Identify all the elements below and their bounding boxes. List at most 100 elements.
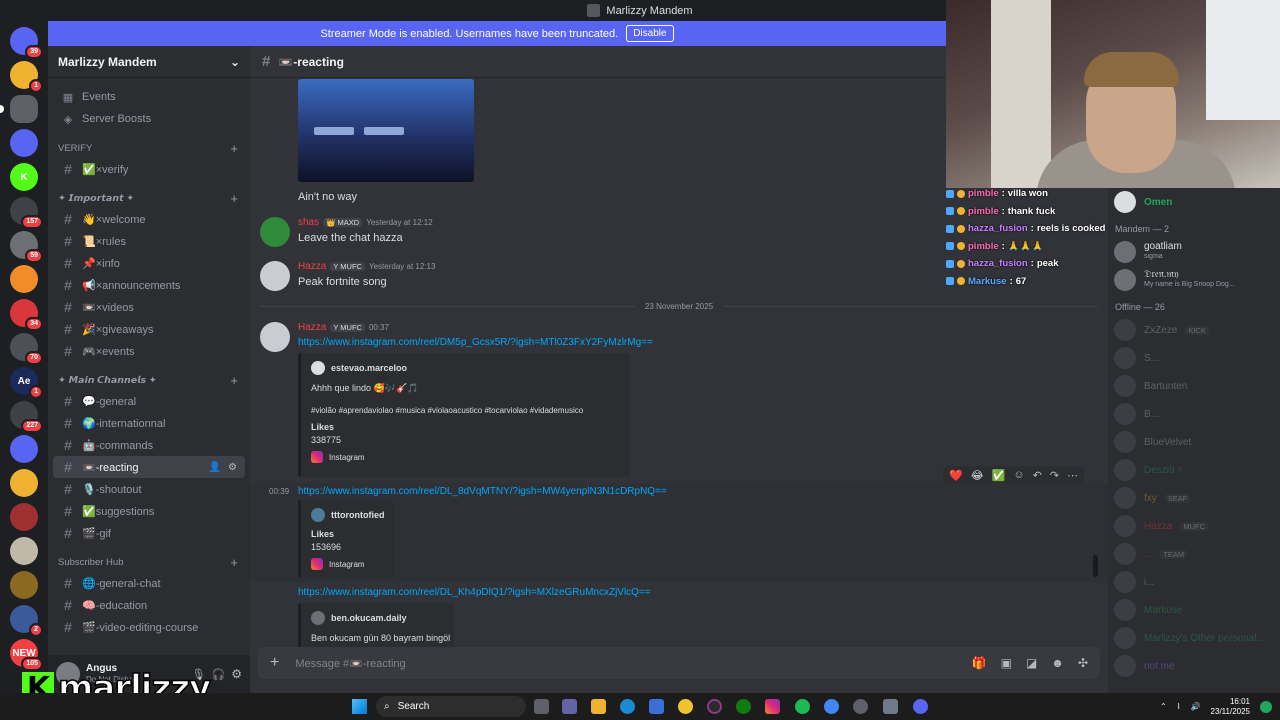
browser-icon[interactable] (824, 699, 839, 714)
channel-item[interactable]: # 🎬-video-editing-course (53, 616, 245, 638)
channel-item[interactable]: # 📢×announcements (53, 274, 245, 296)
add-channel-icon[interactable]: + (230, 555, 238, 570)
server-icon[interactable] (10, 435, 38, 463)
avatar[interactable] (260, 217, 290, 247)
avatar[interactable] (260, 261, 290, 291)
channel-category[interactable]: ✦ 𝙄𝙢𝙥𝙤𝙧𝙩𝙖𝙣𝙩 ✦ + (48, 188, 250, 208)
apps-icon[interactable]: ✣ (1078, 656, 1088, 670)
image-attachment[interactable] (298, 79, 474, 182)
more-icon[interactable]: ⋯ (1067, 469, 1078, 482)
heart-reaction-icon[interactable]: ❤️ (949, 469, 963, 482)
headphones-icon[interactable]: 🎧 (212, 668, 226, 681)
channel-category[interactable]: ✦ 𝙈𝙖𝙞𝙣 𝘾𝙝𝙖𝙣𝙣𝙚𝙡𝙨 ✦ + (48, 370, 250, 390)
instagram-taskbar-icon[interactable] (765, 699, 780, 714)
channel-item[interactable]: # 📜×rules (53, 230, 245, 252)
app-icon[interactable] (853, 699, 868, 714)
member-item[interactable]: ... TEAM (1108, 540, 1280, 568)
discord-icon[interactable] (913, 699, 928, 714)
network-icon[interactable]: ⌇ (1177, 702, 1181, 711)
avatar[interactable] (260, 322, 290, 352)
taskbar-search[interactable]: ⌕ Search (376, 696, 526, 717)
file-explorer-icon[interactable] (591, 699, 606, 714)
windows-start-icon[interactable] (352, 699, 367, 714)
reply-icon[interactable]: ↶ (1033, 469, 1042, 482)
add-reaction-icon[interactable]: ☺ (1013, 469, 1024, 482)
server-icon[interactable] (10, 537, 38, 565)
member-item[interactable]: goatliam sigma (1108, 238, 1280, 266)
author-name[interactable]: Hazza (298, 261, 326, 272)
server-icon[interactable]: 227 (10, 401, 43, 433)
check-reaction-icon[interactable]: ✅ (992, 469, 1006, 482)
add-channel-icon[interactable]: + (230, 191, 238, 206)
channel-item[interactable]: # 🎮×events (53, 340, 245, 362)
store-icon[interactable] (649, 699, 664, 714)
scrollbar[interactable] (1093, 555, 1098, 577)
emoji-icon[interactable]: ☻ (1051, 656, 1064, 670)
embed-author[interactable]: ben.okucam.daily (331, 613, 407, 623)
message-input[interactable]: Message #📼-reacting (295, 657, 405, 670)
server-icon[interactable] (10, 469, 38, 497)
channel-item[interactable]: # 🌐-general-chat (53, 572, 245, 594)
server-icon[interactable] (0, 95, 38, 123)
embed-author[interactable]: tttorontofied (331, 510, 384, 520)
xbox-icon[interactable] (736, 699, 751, 714)
channel-category[interactable]: VERIFY + (48, 138, 250, 158)
message-link[interactable]: https://www.instagram.com/reel/DM5p_Gcsx… (298, 337, 653, 348)
add-attachment-icon[interactable]: + (270, 654, 279, 672)
member-item[interactable]: fxy SEAF (1108, 484, 1280, 512)
channel-item[interactable]: # 🎉×giveaways (53, 318, 245, 340)
chrome-icon[interactable] (678, 699, 693, 714)
add-channel-icon[interactable]: + (230, 141, 238, 156)
message-link[interactable]: https://www.instagram.com/reel/DL_8dVqMT… (298, 486, 667, 497)
task-view-icon[interactable] (534, 699, 549, 714)
chevron-up-icon[interactable]: ⌃ (1160, 702, 1167, 711)
settings-gear-icon[interactable]: ⚙ (231, 667, 242, 681)
sidebar-item-server-boosts[interactable]: ◈ Server Boosts (53, 108, 245, 130)
edge-icon[interactable] (620, 699, 635, 714)
member-item[interactable]: BlueVelvet (1108, 428, 1280, 456)
server-icon[interactable]: 34 (10, 299, 43, 331)
gift-icon[interactable]: 🎁 (972, 656, 987, 670)
member-item[interactable]: Omen (1108, 188, 1280, 216)
server-icon[interactable] (10, 571, 38, 599)
channel-settings-icon[interactable]: ⚙ (228, 462, 237, 473)
member-item[interactable]: Markuse (1108, 596, 1280, 624)
channel-category[interactable]: Subscriber Hub + (48, 552, 250, 572)
server-icon[interactable]: 70 (10, 333, 43, 365)
channel-item[interactable]: # 💬-general (53, 390, 245, 412)
channel-item[interactable]: # 🌍-internationnal (53, 412, 245, 434)
server-icon[interactable]: 39 (10, 27, 43, 59)
clock[interactable]: 16:01 23/11/2025 (1211, 697, 1250, 717)
add-channel-icon[interactable]: + (230, 373, 238, 388)
channel-item[interactable]: # 👋×welcome (53, 208, 245, 230)
server-icon[interactable] (10, 265, 38, 293)
server-icon[interactable]: 157 (10, 197, 43, 229)
member-item[interactable]: 𝔇𝔯𝔢𝔫.𝔪𝔶 My name is Big Snoop Dog... (1108, 266, 1280, 294)
server-icon[interactable]: K (10, 163, 38, 191)
notification-icon[interactable] (1260, 700, 1272, 713)
channel-item[interactable]: # 🎬-gif (53, 522, 245, 544)
channel-item[interactable]: # 📼-reacting 👤 ⚙ (53, 456, 245, 478)
channel-item[interactable]: # 📼×videos (53, 296, 245, 318)
forward-icon[interactable]: ↷ (1050, 469, 1059, 482)
spotify-icon[interactable] (795, 699, 810, 714)
author-name[interactable]: Hazza (298, 322, 326, 333)
member-item[interactable]: i... (1108, 568, 1280, 596)
server-icon[interactable]: NEW 105 (10, 639, 43, 671)
sidebar-item-events[interactable]: ▦ Events (53, 86, 245, 108)
member-item[interactable]: Marlizzy's Other personal... (1108, 624, 1280, 652)
channel-item[interactable]: # 🧠-education (53, 594, 245, 616)
gif-icon[interactable]: ▣ (1001, 656, 1012, 670)
member-item[interactable]: Deszi9 ↑ (1108, 456, 1280, 484)
disable-button[interactable]: Disable (626, 25, 674, 42)
member-item[interactable]: Hazza MUFC (1108, 512, 1280, 540)
message-link[interactable]: https://www.instagram.com/reel/DL_Kh4pDl… (298, 587, 651, 598)
member-item[interactable]: not me (1108, 652, 1280, 680)
embed-author[interactable]: estevao.marceloo (331, 363, 407, 373)
member-item[interactable]: Bartunten (1108, 372, 1280, 400)
channel-item[interactable]: # 🤖-commands (53, 434, 245, 456)
server-icon[interactable]: 59 (10, 231, 43, 263)
obs-icon[interactable] (707, 699, 722, 714)
volume-icon[interactable]: 🔊 (1191, 702, 1201, 711)
invite-icon[interactable]: 👤 (209, 462, 221, 473)
